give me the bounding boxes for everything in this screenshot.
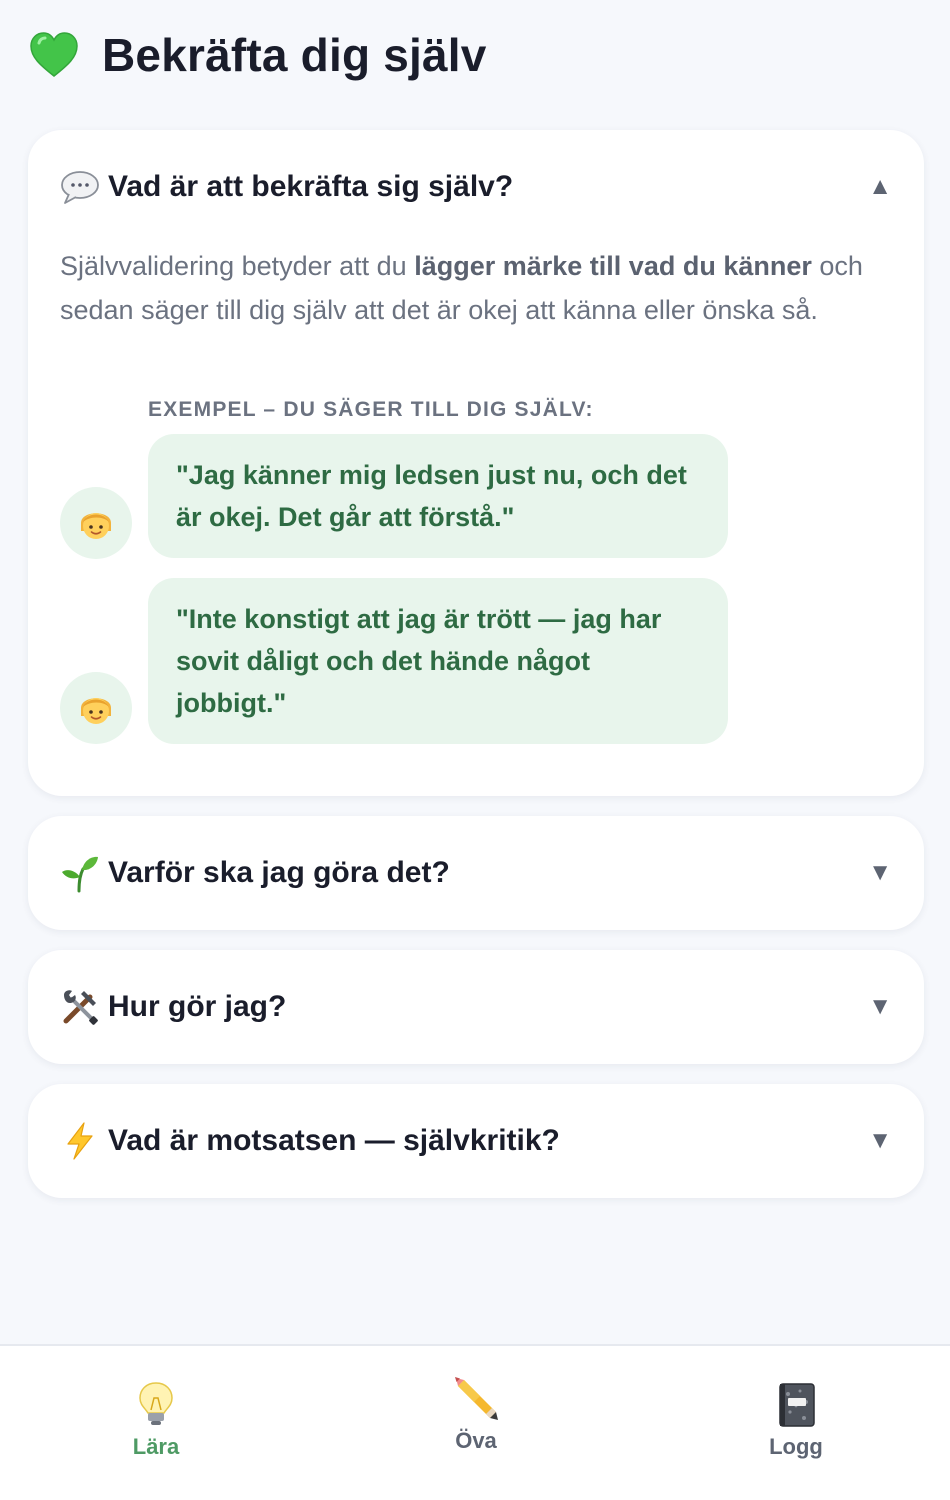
example-bubble: "Inte konstigt att jag är trött — jag ha… bbox=[148, 578, 728, 744]
green-heart-icon bbox=[30, 32, 78, 77]
section-title: Vad är motsatsen — självkritik? bbox=[108, 1124, 560, 1157]
section-header-opposite[interactable]: Vad är motsatsen — självkritik? ▼ bbox=[60, 1084, 892, 1198]
section-title: Varför ska jag göra det? bbox=[108, 856, 450, 889]
chevron-up-icon: ▲ bbox=[868, 173, 892, 200]
nav-label: Lära bbox=[132, 1434, 180, 1459]
section-card-opposite: Vad är motsatsen — självkritik? ▼ bbox=[28, 1084, 924, 1198]
speech-bubble-icon bbox=[60, 167, 100, 207]
examples-label: EXEMPEL – DU SÄGER TILL DIG SJÄLV: bbox=[148, 398, 594, 421]
intro-text-start: Självvalidering betyder att du bbox=[60, 251, 415, 281]
section-intro-text: Självvalidering betyder att du lägger mä… bbox=[60, 244, 880, 332]
pencil-icon bbox=[455, 1377, 498, 1420]
nav-label: Logg bbox=[769, 1434, 823, 1459]
nav-item-ova[interactable]: Öva bbox=[376, 1374, 576, 1454]
notebook-icon bbox=[779, 1383, 815, 1427]
lightning-icon bbox=[60, 1121, 100, 1161]
nav-item-lara[interactable]: Lära bbox=[56, 1380, 256, 1460]
section-title: Vad är att bekräfta sig själv? bbox=[108, 170, 514, 203]
nav-label: Öva bbox=[455, 1428, 497, 1453]
page-header: Bekräfta dig själv bbox=[28, 28, 487, 82]
section-card-why: Varför ska jag göra det? ▼ bbox=[28, 816, 924, 930]
chevron-down-icon: ▼ bbox=[868, 859, 892, 886]
child-avatar-icon bbox=[60, 672, 132, 744]
lightbulb-icon bbox=[139, 1382, 173, 1425]
section-header-what-is[interactable]: Vad är att bekräfta sig själv? ▲ bbox=[60, 130, 892, 244]
page-title: Bekräfta dig själv bbox=[102, 29, 487, 81]
chevron-down-icon: ▼ bbox=[868, 1127, 892, 1154]
section-header-why[interactable]: Varför ska jag göra det? ▼ bbox=[60, 816, 892, 930]
intro-highlight: lägger märke till vad du känner bbox=[414, 251, 812, 281]
section-card-what-is: Vad är att bekräfta sig själv? ▲ Självva… bbox=[28, 130, 924, 796]
example-bubble: "Jag känner mig ledsen just nu, och det … bbox=[148, 434, 728, 558]
section-card-how: Hur gör jag? ▼ bbox=[28, 950, 924, 1064]
seedling-icon bbox=[60, 853, 100, 893]
tools-icon bbox=[60, 987, 100, 1027]
nav-item-logg[interactable]: Logg bbox=[696, 1382, 896, 1460]
bottom-nav: Lära Öva Logg bbox=[0, 1344, 950, 1500]
page: Bekräfta dig själv Vad är att bekräfta s… bbox=[0, 0, 950, 1500]
chevron-down-icon: ▼ bbox=[868, 993, 892, 1020]
section-header-how[interactable]: Hur gör jag? ▼ bbox=[60, 950, 892, 1064]
child-avatar-icon bbox=[60, 487, 132, 559]
section-title: Hur gör jag? bbox=[108, 990, 287, 1023]
